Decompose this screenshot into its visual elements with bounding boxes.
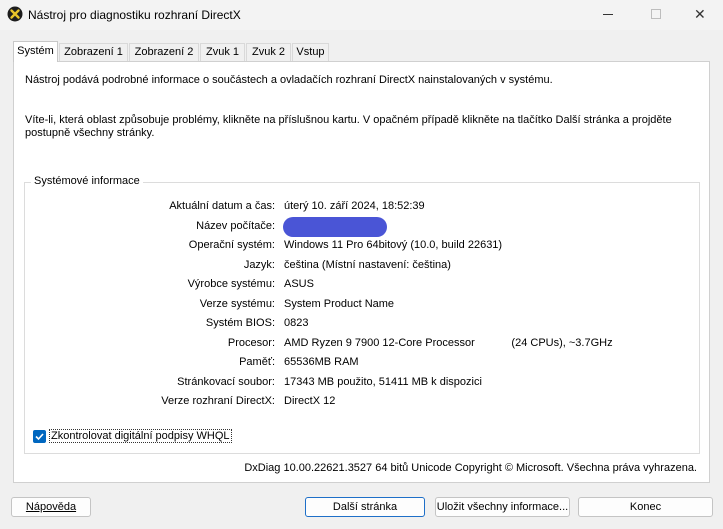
directx-x-icon bbox=[7, 6, 23, 22]
directx-version-value: DirectX 12 bbox=[284, 395, 336, 407]
save-all-info-button[interactable]: Uložit všechny informace... bbox=[435, 497, 570, 517]
copyright-text: DxDiag 10.00.22621.3527 64 bitů Unicode … bbox=[244, 462, 697, 474]
page-file-label: Stránkovací soubor: bbox=[177, 376, 275, 388]
tab-sound-2[interactable]: Zvuk 2 bbox=[246, 43, 291, 61]
directx-version-label: Verze rozhraní DirectX: bbox=[161, 395, 275, 407]
tab-label: Zvuk 1 bbox=[205, 46, 239, 58]
processor-label: Procesor: bbox=[227, 337, 275, 349]
close-icon: ✕ bbox=[694, 7, 706, 23]
system-tab-panel: Nástroj podává podrobné informace o souč… bbox=[13, 61, 710, 483]
page-file-value: 17343 MB použito, 51411 MB k dispozici bbox=[284, 376, 482, 388]
whql-checkbox[interactable] bbox=[33, 430, 46, 443]
processor-value: AMD Ryzen 9 7900 12-Core Processor (24 C… bbox=[284, 337, 613, 349]
system-info-group: Systémové informace Aktuální datum a čas… bbox=[24, 175, 700, 454]
manufacturer-value: ASUS bbox=[284, 278, 314, 290]
next-page-button[interactable]: Další stránka bbox=[305, 497, 425, 517]
redacted-computer-name bbox=[283, 217, 387, 237]
language-value: čeština (Místní nastavení: čeština) bbox=[284, 259, 451, 271]
tab-system[interactable]: Systém bbox=[13, 41, 58, 62]
computer-name-label: Název počítače: bbox=[196, 220, 275, 232]
tab-display-1[interactable]: Zobrazení 1 bbox=[59, 43, 128, 61]
instructions-text: Víte-li, která oblast způsobuje problémy… bbox=[25, 114, 672, 139]
date-time-label: Aktuální datum a čas: bbox=[169, 200, 275, 212]
whql-checkbox-label[interactable]: Zkontrolovat digitální podpisy WHQL bbox=[49, 429, 232, 443]
tab-label: Vstup bbox=[296, 46, 325, 58]
memory-value: 65536MB RAM bbox=[284, 356, 359, 368]
tab-display-2[interactable]: Zobrazení 2 bbox=[129, 43, 199, 61]
close-button[interactable]: ✕ bbox=[677, 0, 723, 30]
group-title: Systémové informace bbox=[31, 175, 143, 187]
os-value: Windows 11 Pro 64bitový (10.0, build 226… bbox=[284, 239, 503, 251]
maximize-button bbox=[633, 0, 679, 30]
help-button-label: Nápověda bbox=[25, 501, 77, 513]
help-button[interactable]: Nápověda bbox=[11, 497, 91, 517]
minimize-button[interactable] bbox=[585, 0, 631, 30]
language-label: Jazyk: bbox=[243, 259, 275, 271]
tab-sound-1[interactable]: Zvuk 1 bbox=[200, 43, 245, 61]
intro-text: Nástroj podává podrobné informace o souč… bbox=[25, 74, 553, 86]
checkmark-icon bbox=[35, 433, 44, 441]
manufacturer-label: Výrobce systému: bbox=[187, 278, 275, 290]
bios-label: Systém BIOS: bbox=[205, 317, 275, 329]
exit-button-label: Konec bbox=[629, 501, 662, 513]
window-title: Nástroj pro diagnostiku rozhraní DirectX bbox=[28, 8, 241, 22]
tab-label: Systém bbox=[17, 45, 54, 57]
date-time-value: úterý 10. září 2024, 18:52:39 bbox=[284, 200, 425, 212]
bios-value: 0823 bbox=[284, 317, 309, 329]
title-bar: Nástroj pro diagnostiku rozhraní DirectX… bbox=[0, 0, 723, 30]
model-value: System Product Name bbox=[284, 298, 395, 310]
model-label: Verze systému: bbox=[199, 298, 275, 310]
next-page-button-label: Další stránka bbox=[332, 501, 398, 513]
memory-label: Paměť: bbox=[239, 356, 275, 368]
tab-input[interactable]: Vstup bbox=[292, 43, 329, 61]
minimize-icon bbox=[603, 14, 613, 15]
tab-label: Zobrazení 1 bbox=[64, 46, 123, 58]
tab-label: Zobrazení 2 bbox=[134, 46, 194, 58]
exit-button[interactable]: Konec bbox=[578, 497, 713, 517]
tab-label: Zvuk 2 bbox=[251, 46, 285, 58]
os-label: Operační systém: bbox=[188, 239, 275, 251]
save-all-info-button-label: Uložit všechny informace... bbox=[436, 501, 569, 513]
maximize-icon bbox=[651, 9, 661, 19]
